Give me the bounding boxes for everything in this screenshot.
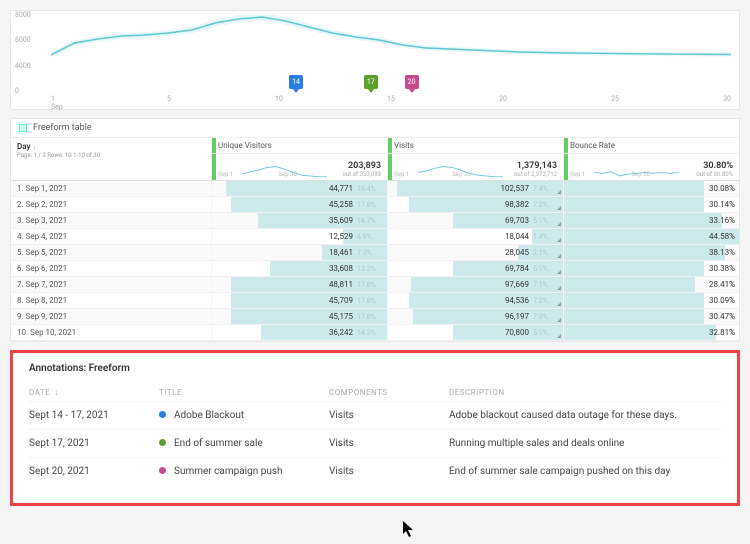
row-uv: 18,4617.3%: [211, 245, 387, 260]
row-uv: 45,25817.8%: [211, 197, 387, 212]
row-bounce: 30.09%: [563, 293, 739, 308]
chart-annotation-marker[interactable]: 17: [364, 75, 378, 93]
row-label: 1. Sep 1, 2021: [11, 181, 211, 196]
br-column-header[interactable]: Bounce Rate Sep 1 Sep 30 30.80%out of 30…: [563, 138, 739, 180]
anno-head-description[interactable]: DESCRIPTION: [449, 388, 721, 397]
anno-head-components[interactable]: COMPONENTS: [329, 388, 449, 397]
row-visits: 96,1977.0%: [387, 309, 563, 324]
row-visits: 18,0441.4%: [387, 229, 563, 244]
anno-description: End of summer sale campaign pushed on th…: [449, 466, 721, 477]
row-label: 9. Sep 9, 2021: [11, 309, 211, 324]
section-icon: [19, 124, 27, 132]
row-uv: 44,77118.4%: [211, 181, 387, 196]
chart-y-axis: 8000 6000 4000 0: [15, 11, 31, 95]
row-label: 2. Sep 2, 2021: [11, 197, 211, 212]
visits-column-header[interactable]: Visits Sep 1 Sep 30 1,379,143out of 2,37…: [387, 138, 563, 180]
table-body: 1. Sep 1, 202144,77118.4%102,5377.4%30.0…: [11, 181, 739, 341]
row-label: 10. Sep 10, 2021: [11, 325, 211, 340]
row-bounce: 30.47%: [563, 309, 739, 324]
row-bounce: 44.58%: [563, 229, 739, 244]
table-row[interactable]: 1. Sep 1, 202144,77118.4%102,5377.4%30.0…: [11, 181, 739, 197]
anno-components: Visits: [329, 466, 449, 477]
anno-head-date[interactable]: DATE↓: [29, 388, 159, 397]
table-row[interactable]: 10. Sep 10, 202136,24214.3%70,8005.1%32.…: [11, 325, 739, 341]
chart-annotation-marker[interactable]: 14: [289, 75, 303, 93]
table-row[interactable]: 2. Sep 2, 202145,25817.8%98,3827.2%30.14…: [11, 197, 739, 213]
row-visits: 69,7035.1%: [387, 213, 563, 228]
anno-date: Sept 20, 2021: [29, 466, 159, 477]
uv-column-header[interactable]: Unique Visitors Sep 1 Sep 30 203,893out …: [211, 138, 387, 180]
row-bounce: 38.13%: [563, 245, 739, 260]
chart-plot-area: 14 17 20: [51, 15, 731, 95]
table-row[interactable]: 8. Sep 8, 202145,70917.8%94,5367.2%30.09…: [11, 293, 739, 309]
table-row[interactable]: 3. Sep 3, 202135,60914.7%69,7035.1%33.16…: [11, 213, 739, 229]
row-uv: 45,70917.8%: [211, 293, 387, 308]
anno-title: Adobe Blackout: [159, 410, 329, 421]
table-row[interactable]: 7. Sep 7, 202148,81117.8%97,6697.1%28.41…: [11, 277, 739, 293]
row-label: 8. Sep 8, 2021: [11, 293, 211, 308]
row-label: 4. Sep 4, 2021: [11, 229, 211, 244]
day-column-header[interactable]: Day ↓ Page: 1 / 3 Rows: 10 1-10 of 30: [11, 138, 211, 180]
row-uv: 33,60813.2%: [211, 261, 387, 276]
row-visits: 98,3827.2%: [387, 197, 563, 212]
annotations-header: DATE↓ TITLE COMPONENTS DESCRIPTION: [29, 384, 721, 401]
freeform-section: Freeform table Day ↓ Page: 1 / 3 Rows: 1…: [10, 118, 740, 342]
annotation-row[interactable]: Sept 17, 2021End of summer saleVisitsRun…: [29, 429, 721, 457]
row-visits: 94,5367.2%: [387, 293, 563, 308]
freeform-header: Freeform table: [11, 119, 739, 138]
row-uv: 35,60914.7%: [211, 213, 387, 228]
chart-annotation-marker[interactable]: 20: [405, 75, 419, 93]
row-label: 6. Sep 6, 2021: [11, 261, 211, 276]
freeform-table: Day ↓ Page: 1 / 3 Rows: 10 1-10 of 30 Un…: [11, 138, 739, 341]
table-row[interactable]: 6. Sep 6, 202133,60813.2%69,7845.1%30.38…: [11, 261, 739, 277]
anno-title: End of summer sale: [159, 438, 329, 449]
anno-description: Running multiple sales and deals online: [449, 438, 721, 449]
anno-components: Visits: [329, 410, 449, 421]
anno-description: Adobe blackout caused data outage for th…: [449, 410, 721, 421]
anno-date: Sept 17, 2021: [29, 438, 159, 449]
annotation-row[interactable]: Sept 20, 2021Summer campaign pushVisitsE…: [29, 457, 721, 485]
anno-title: Summer campaign push: [159, 466, 329, 477]
row-visits: 69,7845.1%: [387, 261, 563, 276]
anno-components: Visits: [329, 438, 449, 449]
row-visits: 70,8005.1%: [387, 325, 563, 340]
table-header: Day ↓ Page: 1 / 3 Rows: 10 1-10 of 30 Un…: [11, 138, 739, 181]
row-label: 3. Sep 3, 2021: [11, 213, 211, 228]
row-uv: 48,81117.8%: [211, 277, 387, 292]
annotations-panel: Annotations: Freeform DATE↓ TITLE COMPON…: [10, 350, 740, 506]
row-bounce: 28.41%: [563, 277, 739, 292]
row-bounce: 30.14%: [563, 197, 739, 212]
table-row[interactable]: 4. Sep 4, 202112,5294.9%18,0441.4%44.58%: [11, 229, 739, 245]
row-uv: 36,24214.3%: [211, 325, 387, 340]
row-label: 7. Sep 7, 2021: [11, 277, 211, 292]
row-bounce: 30.38%: [563, 261, 739, 276]
line-chart[interactable]: 8000 6000 4000 0 14 17 20 1Sep 5 10 15 20 …: [10, 10, 740, 110]
row-bounce: 32.81%: [563, 325, 739, 340]
cursor-icon: [402, 520, 416, 538]
table-row[interactable]: 9. Sep 9, 202145,17517.8%96,1977.0%30.47…: [11, 309, 739, 325]
chart-x-axis: 1Sep 5 10 15 20 25 30: [51, 95, 731, 109]
row-visits: 28,0452.1%: [387, 245, 563, 260]
anno-date: Sept 14 - 17, 2021: [29, 410, 159, 421]
annotation-row[interactable]: Sept 14 - 17, 2021Adobe BlackoutVisitsAd…: [29, 401, 721, 429]
row-visits: 97,6697.1%: [387, 277, 563, 292]
freeform-title: Freeform table: [33, 123, 92, 133]
row-bounce: 30.08%: [563, 181, 739, 196]
annotations-title: Annotations: Freeform: [29, 363, 721, 374]
row-uv: 12,5294.9%: [211, 229, 387, 244]
row-visits: 102,5377.4%: [387, 181, 563, 196]
table-row[interactable]: 5. Sep 5, 202118,4617.3%28,0452.1%38.13%: [11, 245, 739, 261]
anno-head-title[interactable]: TITLE: [159, 388, 329, 397]
row-uv: 45,17517.8%: [211, 309, 387, 324]
row-label: 5. Sep 5, 2021: [11, 245, 211, 260]
row-bounce: 33.16%: [563, 213, 739, 228]
